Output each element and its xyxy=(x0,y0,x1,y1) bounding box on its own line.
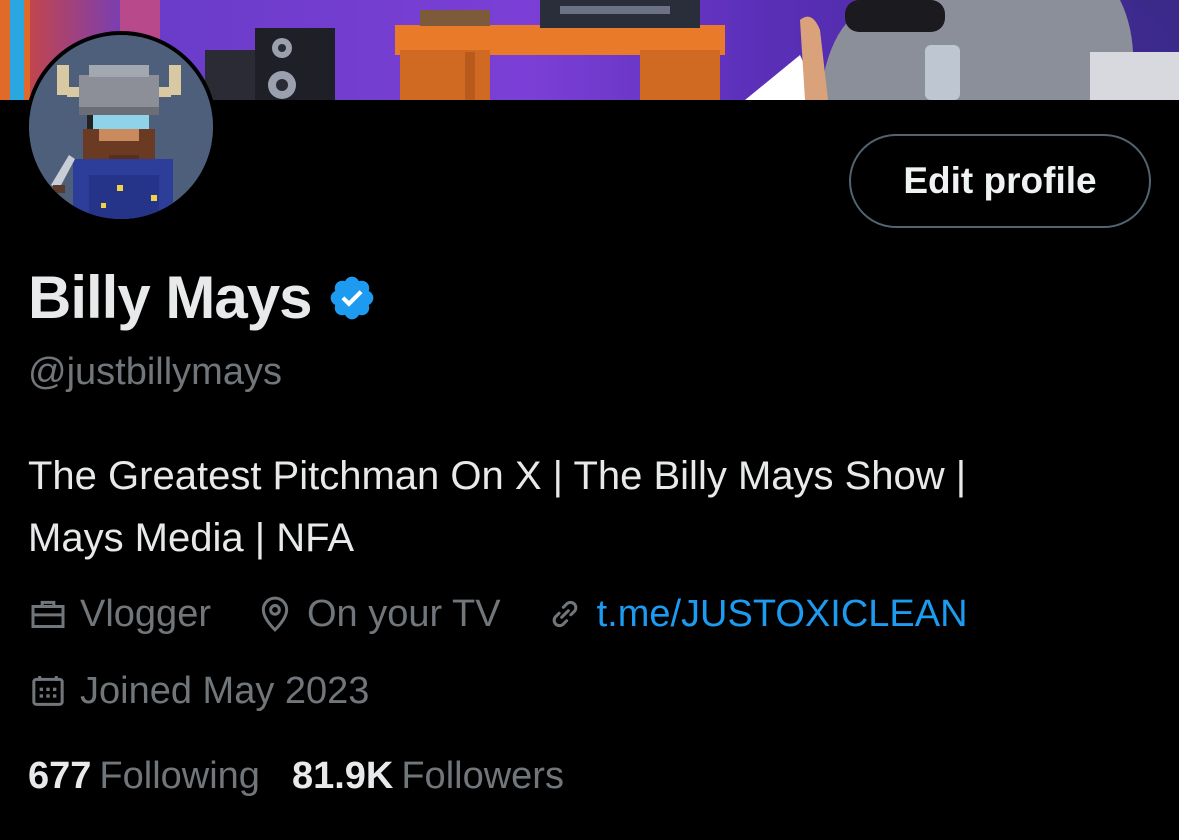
followers-count: 81.9K xyxy=(291,755,394,797)
map-pin-icon xyxy=(261,596,289,632)
profile-name-row: Billy Mays xyxy=(28,262,377,334)
profile-name: Billy Mays xyxy=(28,264,312,331)
profile-meta-row: Vlogger On your TV t.me/JUSTOXICLEAN xyxy=(28,590,1012,638)
briefcase-icon xyxy=(31,600,65,628)
followers-label: Followers xyxy=(401,755,564,797)
link-icon xyxy=(552,600,577,628)
calendar-icon xyxy=(32,676,64,706)
website-item[interactable]: t.me/JUSTOXICLEAN xyxy=(545,590,968,638)
edit-profile-button[interactable]: Edit profile xyxy=(849,134,1151,228)
location-item: On your TV xyxy=(255,590,501,638)
profile-stats: 677 Following 81.9K Followers xyxy=(28,752,596,800)
bio-line-2: Mays Media | NFA xyxy=(28,516,355,560)
profile-handle: @justbillymays xyxy=(28,351,282,393)
following-count: 677 xyxy=(28,755,92,797)
joined-item: Joined May 2023 xyxy=(28,667,369,715)
bio-line-1: The Greatest Pitchman On X | The Billy M… xyxy=(28,454,967,498)
profile-bio: The Greatest Pitchman On X | The Billy M… xyxy=(28,445,1128,569)
occupation-item: Vlogger xyxy=(28,590,211,638)
viking-avatar-image xyxy=(29,35,213,219)
following-stat[interactable]: 677 Following xyxy=(28,752,260,800)
occupation-text: Vlogger xyxy=(80,593,211,635)
verified-badge-icon[interactable] xyxy=(327,273,377,323)
location-text: On your TV xyxy=(306,593,501,635)
profile-avatar[interactable] xyxy=(25,31,217,223)
joined-text: Joined May 2023 xyxy=(80,670,370,712)
following-label: Following xyxy=(99,755,260,797)
website-link[interactable]: t.me/JUSTOXICLEAN xyxy=(597,590,968,638)
joined-row: Joined May 2023 xyxy=(28,667,413,715)
followers-stat[interactable]: 81.9K Followers xyxy=(292,752,564,800)
